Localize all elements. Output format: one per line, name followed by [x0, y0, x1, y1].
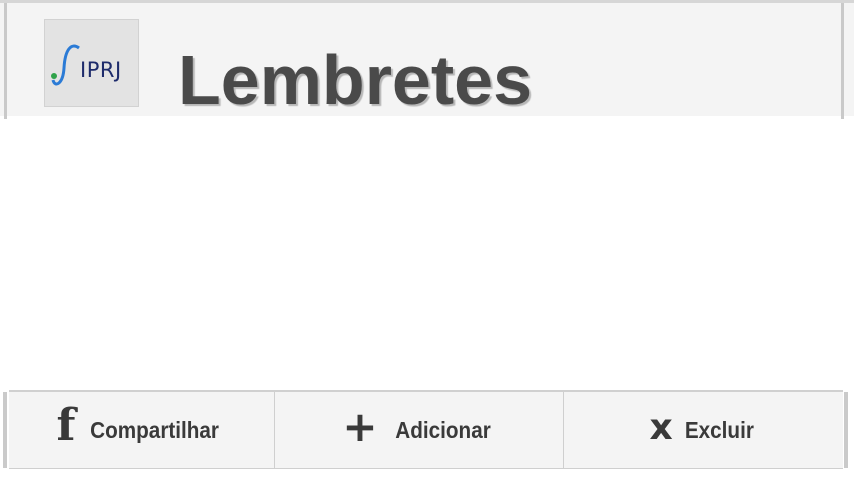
facebook-icon: f	[56, 399, 76, 451]
footer-edge	[844, 392, 848, 468]
page-title: Lembretes	[178, 41, 533, 119]
action-bar: f Compartilhar + Adicionar x Excluir	[0, 388, 854, 480]
plus-icon: +	[342, 401, 378, 451]
share-label: Compartilhar	[90, 416, 220, 443]
add-label: Adicionar	[394, 416, 491, 443]
add-button[interactable]: + Adicionar	[275, 392, 564, 468]
logo-text: IPRJ	[80, 58, 122, 82]
header-edge	[4, 3, 7, 119]
share-button[interactable]: f Compartilhar	[9, 392, 275, 468]
footer-edge	[3, 392, 7, 468]
header-edge	[841, 3, 844, 119]
delete-label: Excluir	[684, 416, 754, 443]
iprj-logo: IPRJ	[44, 19, 139, 107]
integral-wave-icon	[51, 44, 80, 86]
delete-button[interactable]: x Excluir	[564, 392, 843, 468]
close-icon: x	[649, 406, 673, 448]
app-header: IPRJ Lembretes	[0, 0, 854, 119]
